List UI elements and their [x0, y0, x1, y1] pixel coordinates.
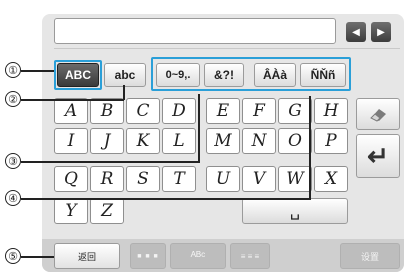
space-icon: ␣: [289, 203, 301, 220]
key-S[interactable]: S: [126, 166, 160, 192]
key-P[interactable]: P: [314, 128, 348, 154]
key-O[interactable]: O: [278, 128, 312, 154]
leader-line-3-vertical: [198, 94, 200, 162]
callout-1: ①: [5, 62, 21, 78]
divider: [54, 48, 400, 49]
leader-line-2: [21, 99, 124, 101]
align-button[interactable]: ≡ ≡ ≡: [230, 243, 270, 269]
squares-icon: ■ ■ ■: [137, 252, 159, 260]
leader-line-1: [21, 70, 54, 72]
key-M[interactable]: M: [206, 128, 240, 154]
key-W[interactable]: W: [278, 166, 312, 192]
key-V[interactable]: V: [242, 166, 276, 192]
highlight-tab-group: [151, 57, 351, 91]
callout-5: ⑤: [5, 248, 21, 264]
key-Z[interactable]: Z: [90, 198, 124, 224]
key-N[interactable]: N: [242, 128, 276, 154]
eraser-icon: [370, 109, 386, 122]
key-J[interactable]: J: [90, 128, 124, 154]
cursor-right-button[interactable]: ▶: [371, 22, 391, 42]
key-A[interactable]: A: [54, 98, 88, 124]
key-R[interactable]: R: [90, 166, 124, 192]
key-L[interactable]: L: [162, 128, 196, 154]
key-B[interactable]: B: [90, 98, 124, 124]
key-C[interactable]: C: [126, 98, 160, 124]
callout-2: ②: [5, 91, 21, 107]
delete-key[interactable]: [356, 98, 400, 130]
key-H[interactable]: H: [314, 98, 348, 124]
key-Q[interactable]: Q: [54, 166, 88, 192]
key-Y[interactable]: Y: [54, 198, 88, 224]
leader-line-4: [21, 198, 311, 200]
align-icon: ≡ ≡ ≡: [240, 251, 260, 261]
tab-lowercase[interactable]: abc: [104, 63, 146, 87]
text-input-display[interactable]: [54, 18, 336, 44]
key-K[interactable]: K: [126, 128, 160, 154]
arc-text-icon: ᴬᴮᶜ: [190, 249, 206, 263]
right-arrow-icon: ▶: [377, 26, 385, 38]
highlight-uppercase: [54, 60, 102, 90]
back-button[interactable]: 返回: [54, 243, 120, 269]
key-F[interactable]: F: [242, 98, 276, 124]
leader-line-5: [21, 256, 54, 258]
key-I[interactable]: I: [54, 128, 88, 154]
left-arrow-icon: ◀: [352, 26, 360, 38]
callout-4: ④: [5, 190, 21, 206]
key-G[interactable]: G: [278, 98, 312, 124]
space-key[interactable]: ␣: [242, 198, 348, 224]
key-T[interactable]: T: [162, 166, 196, 192]
leader-line-4-vertical: [309, 96, 311, 199]
line-style-button[interactable]: ■ ■ ■: [130, 243, 166, 269]
leader-line-2-vertical: [123, 85, 125, 100]
key-X[interactable]: X: [314, 166, 348, 192]
set-button[interactable]: 设置: [340, 243, 400, 269]
leader-line-3: [21, 161, 200, 163]
enter-key[interactable]: ↵: [356, 134, 400, 178]
key-U[interactable]: U: [206, 166, 240, 192]
callout-3: ③: [5, 153, 21, 169]
key-D[interactable]: D: [162, 98, 196, 124]
key-E[interactable]: E: [206, 98, 240, 124]
enter-icon: ↵: [367, 140, 389, 171]
cursor-left-button[interactable]: ◀: [346, 22, 366, 42]
arc-layout-button[interactable]: ᴬᴮᶜ: [170, 243, 226, 269]
